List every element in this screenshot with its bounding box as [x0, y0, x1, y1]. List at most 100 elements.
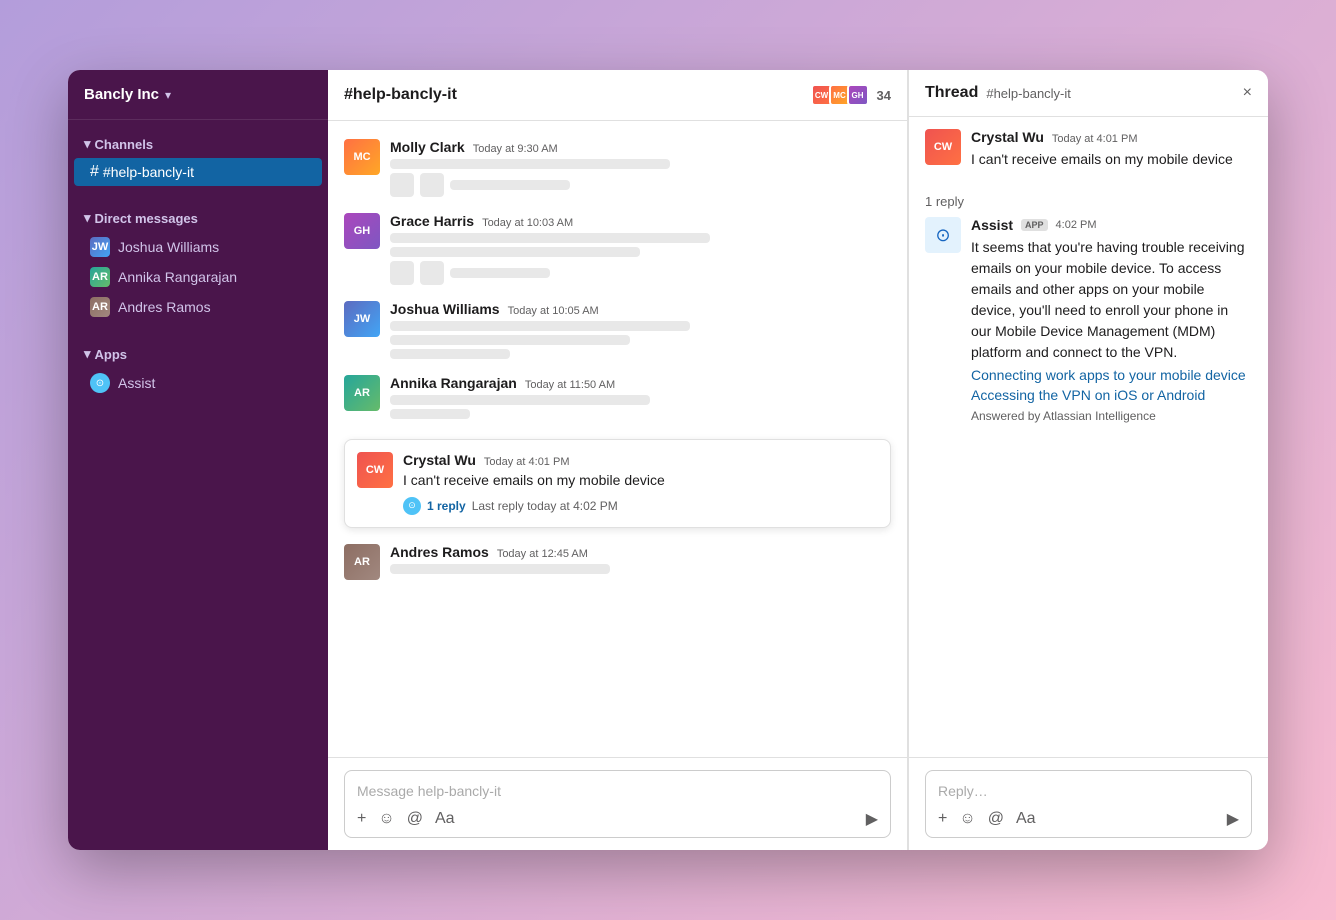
- sidebar-item-joshua[interactable]: JW Joshua Williams: [74, 232, 322, 262]
- msg-author-molly: Molly Clark: [390, 139, 465, 155]
- thread-title: Thread: [925, 84, 978, 102]
- message-group-molly: MC Molly Clark Today at 9:30 AM: [328, 133, 907, 207]
- chat-header: #help-bancly-it CW MC GH 34: [328, 70, 907, 121]
- apps-section-label[interactable]: ▾ Apps: [68, 346, 328, 368]
- msg-author-grace: Grace Harris: [390, 213, 474, 229]
- placeholder-line: [390, 335, 630, 345]
- placeholder-line: [390, 233, 710, 243]
- thread-msg-content-crystal: Crystal Wu Today at 4:01 PM I can't rece…: [971, 129, 1252, 170]
- thread-answered-by: Answered by Atlassian Intelligence: [971, 409, 1252, 423]
- chat-channel-name: #help-bancly-it: [344, 86, 457, 104]
- thread-input-box[interactable]: Reply… + ☺ @ Aa ▶: [925, 770, 1252, 838]
- msg-time-andres: Today at 12:45 AM: [497, 548, 588, 560]
- message-group-joshua: JW Joshua Williams Today at 10:05 AM: [328, 295, 907, 369]
- avatar-crystal-highlighted: CW: [357, 452, 393, 488]
- avatar-andres: AR: [90, 297, 110, 317]
- workspace-header[interactable]: Bancly Inc ▾: [68, 70, 328, 120]
- add-icon[interactable]: +: [357, 810, 366, 828]
- thread-add-icon[interactable]: +: [938, 810, 947, 828]
- thread-author-assist: Assist: [971, 217, 1013, 233]
- app-window: Bancly Inc ▾ ▾ Channels # #help-bancly-i…: [68, 70, 1268, 850]
- msg-text-crystal: I can't receive emails on my mobile devi…: [403, 471, 878, 491]
- placeholder-block: [390, 261, 414, 285]
- msg-time-molly: Today at 9:30 AM: [473, 143, 558, 155]
- thread-msg-text-assist: It seems that you're having trouble rece…: [971, 237, 1252, 363]
- chat-header-right: CW MC GH 34: [815, 84, 891, 106]
- thread-avatar-crystal: CW: [925, 129, 961, 165]
- msg-time-joshua: Today at 10:05 AM: [508, 305, 599, 317]
- thread-emoji-icon[interactable]: ☺: [959, 810, 975, 828]
- thread-close-button[interactable]: ×: [1243, 84, 1252, 102]
- thread-link-1[interactable]: Connecting work apps to your mobile devi…: [971, 367, 1252, 383]
- dm-section-label[interactable]: ▾ Direct messages: [68, 210, 328, 232]
- thread-reply-count: 1 reply: [925, 186, 1252, 217]
- avatar-grace-msg: GH: [344, 213, 380, 249]
- message-highlighted-crystal: CW Crystal Wu Today at 4:01 PM I can't r…: [344, 439, 891, 528]
- thread-link-2[interactable]: Accessing the VPN on iOS or Android: [971, 387, 1252, 403]
- message-group-annika: AR Annika Rangarajan Today at 11:50 AM: [328, 369, 907, 429]
- thread-time-assist: 4:02 PM: [1056, 219, 1097, 231]
- sidebar-item-assist[interactable]: ⊙ Assist: [74, 368, 322, 398]
- thread-input-toolbar: + ☺ @ Aa ▶: [938, 809, 1239, 829]
- reply-icon: ⊙: [403, 497, 421, 515]
- emoji-icon[interactable]: ☺: [378, 810, 394, 828]
- channels-section: ▾ Channels # #help-bancly-it: [68, 120, 328, 194]
- placeholder-row: [390, 173, 891, 197]
- placeholder-row: [390, 261, 891, 285]
- msg-content-crystal-highlighted: Crystal Wu Today at 4:01 PM I can't rece…: [403, 452, 878, 515]
- thread-send-icon[interactable]: ▶: [1227, 809, 1239, 829]
- msg-time-grace: Today at 10:03 AM: [482, 217, 573, 229]
- sidebar-item-annika[interactable]: AR Annika Rangarajan: [74, 262, 322, 292]
- thread-messages: CW Crystal Wu Today at 4:01 PM I can't r…: [909, 117, 1268, 757]
- hash-icon: #: [90, 163, 99, 181]
- mention-icon[interactable]: @: [407, 810, 423, 828]
- msg-content-annika: Annika Rangarajan Today at 11:50 AM: [390, 375, 891, 423]
- placeholder-line: [450, 180, 570, 190]
- thread-author-crystal: Crystal Wu: [971, 129, 1044, 145]
- dm-section: ▾ Direct messages JW Joshua Williams AR …: [68, 194, 328, 330]
- member-count: 34: [877, 88, 891, 103]
- thread-panel: Thread #help-bancly-it × CW Crystal Wu T…: [908, 70, 1268, 850]
- assist-icon: ⊙: [90, 373, 110, 393]
- msg-content-molly: Molly Clark Today at 9:30 AM: [390, 139, 891, 201]
- avatar-joshua: JW: [90, 237, 110, 257]
- sidebar-item-help-bancly-it[interactable]: # #help-bancly-it: [74, 158, 322, 186]
- sidebar-item-andres[interactable]: AR Andres Ramos: [74, 292, 322, 322]
- message-group-grace: GH Grace Harris Today at 10:03 AM: [328, 207, 907, 295]
- apps-section: ▾ Apps ⊙ Assist: [68, 330, 328, 406]
- chat-messages: MC Molly Clark Today at 9:30 AM: [328, 121, 907, 757]
- reply-meta: Last reply today at 4:02 PM: [472, 499, 618, 513]
- msg-author-andres: Andres Ramos: [390, 544, 489, 560]
- msg-content-joshua: Joshua Williams Today at 10:05 AM: [390, 301, 891, 363]
- placeholder-line: [390, 321, 690, 331]
- thread-header: Thread #help-bancly-it ×: [909, 70, 1268, 117]
- placeholder-line: [390, 395, 650, 405]
- thread-msg-crystal: CW Crystal Wu Today at 4:01 PM I can't r…: [925, 129, 1252, 170]
- message-input-container: Message help-bancly-it + ☺ @ Aa ▶: [328, 757, 907, 850]
- message-input-placeholder[interactable]: Message help-bancly-it: [357, 779, 878, 803]
- main-chat: #help-bancly-it CW MC GH 34 MC Molly Cla…: [328, 70, 908, 850]
- workspace-name: Bancly Inc: [84, 86, 159, 103]
- workspace-chevron-icon: ▾: [165, 88, 171, 102]
- thread-reply-placeholder[interactable]: Reply…: [938, 779, 1239, 803]
- message-input-box[interactable]: Message help-bancly-it + ☺ @ Aa ▶: [344, 770, 891, 838]
- avatar-annika-msg: AR: [344, 375, 380, 411]
- msg-author-annika: Annika Rangarajan: [390, 375, 517, 391]
- font-icon[interactable]: Aa: [435, 810, 455, 828]
- dm-collapse-icon: ▾: [84, 210, 91, 226]
- reply-count-link[interactable]: 1 reply: [427, 499, 466, 513]
- send-icon[interactable]: ▶: [866, 809, 878, 829]
- thread-mention-icon[interactable]: @: [988, 810, 1004, 828]
- msg-author-crystal: Crystal Wu: [403, 452, 476, 468]
- avatar-annika: AR: [90, 267, 110, 287]
- placeholder-block: [420, 173, 444, 197]
- thread-font-icon[interactable]: Aa: [1016, 810, 1036, 828]
- msg-time-annika: Today at 11:50 AM: [525, 379, 615, 391]
- thread-channel-label: #help-bancly-it: [986, 86, 1071, 101]
- member-avatars: CW MC GH: [815, 84, 869, 106]
- channels-section-label[interactable]: ▾ Channels: [68, 136, 328, 158]
- msg-content-andres: Andres Ramos Today at 12:45 AM: [390, 544, 891, 580]
- msg-author-joshua: Joshua Williams: [390, 301, 500, 317]
- avatar-joshua-msg: JW: [344, 301, 380, 337]
- channels-collapse-icon: ▾: [84, 136, 91, 152]
